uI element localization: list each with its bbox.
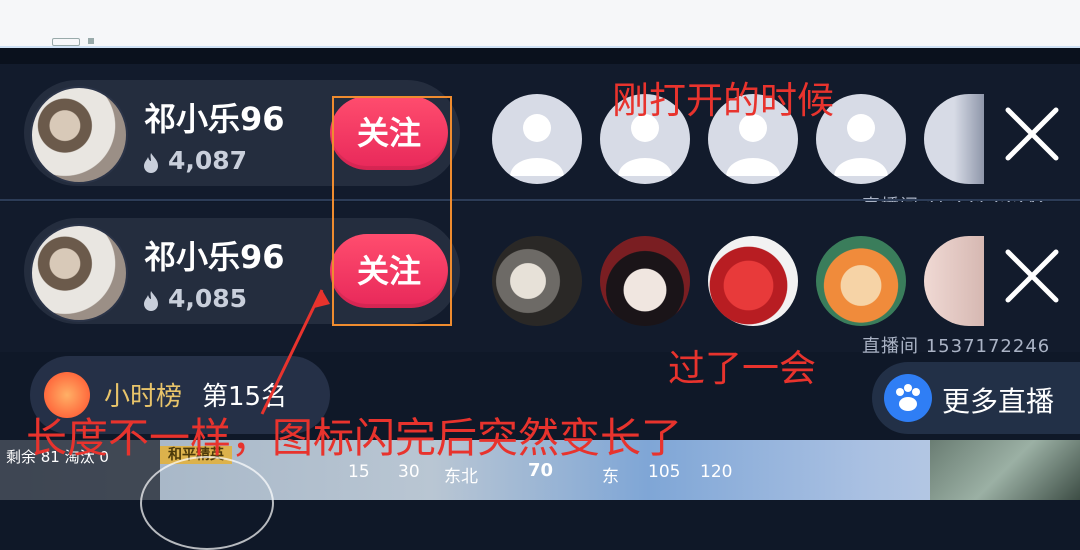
annotation-later: 过了一会	[668, 347, 816, 390]
annotation-initial: 刚打开的时候	[612, 79, 834, 122]
annotation-note: 长度不一样，图标闪完后突然变长了	[26, 414, 682, 462]
